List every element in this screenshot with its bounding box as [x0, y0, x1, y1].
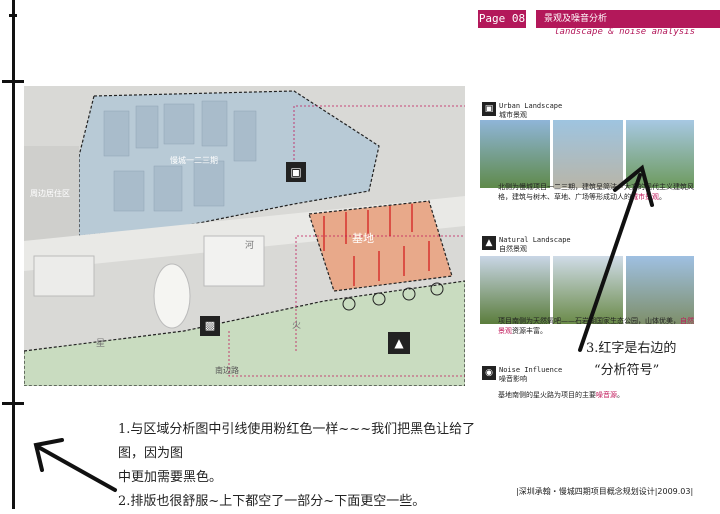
note-line: 1.与区域分析图中引线使用粉红色一样~~~我们把黑色让给了图，因为图 [118, 422, 476, 461]
annotation-note-3: 3.红字是右边的 “分析符号” [586, 338, 716, 382]
footer-credit: |深圳承翰・慢城四期项目概念规划设计|2009.03| [516, 487, 694, 496]
annotation-notes: 1.与区域分析图中引线使用粉红色一样~~~我们把黑色让给了图，因为图 中更加需要… [118, 418, 478, 514]
note-line: “分析符号” [594, 363, 660, 378]
note-line: 2.排版也很舒服~上下都空了一部分~下面更空一些。 [118, 494, 426, 509]
note-line: 中更加需要黑色。 [118, 470, 223, 485]
note-line: 3.红字是右边的 [586, 341, 677, 356]
